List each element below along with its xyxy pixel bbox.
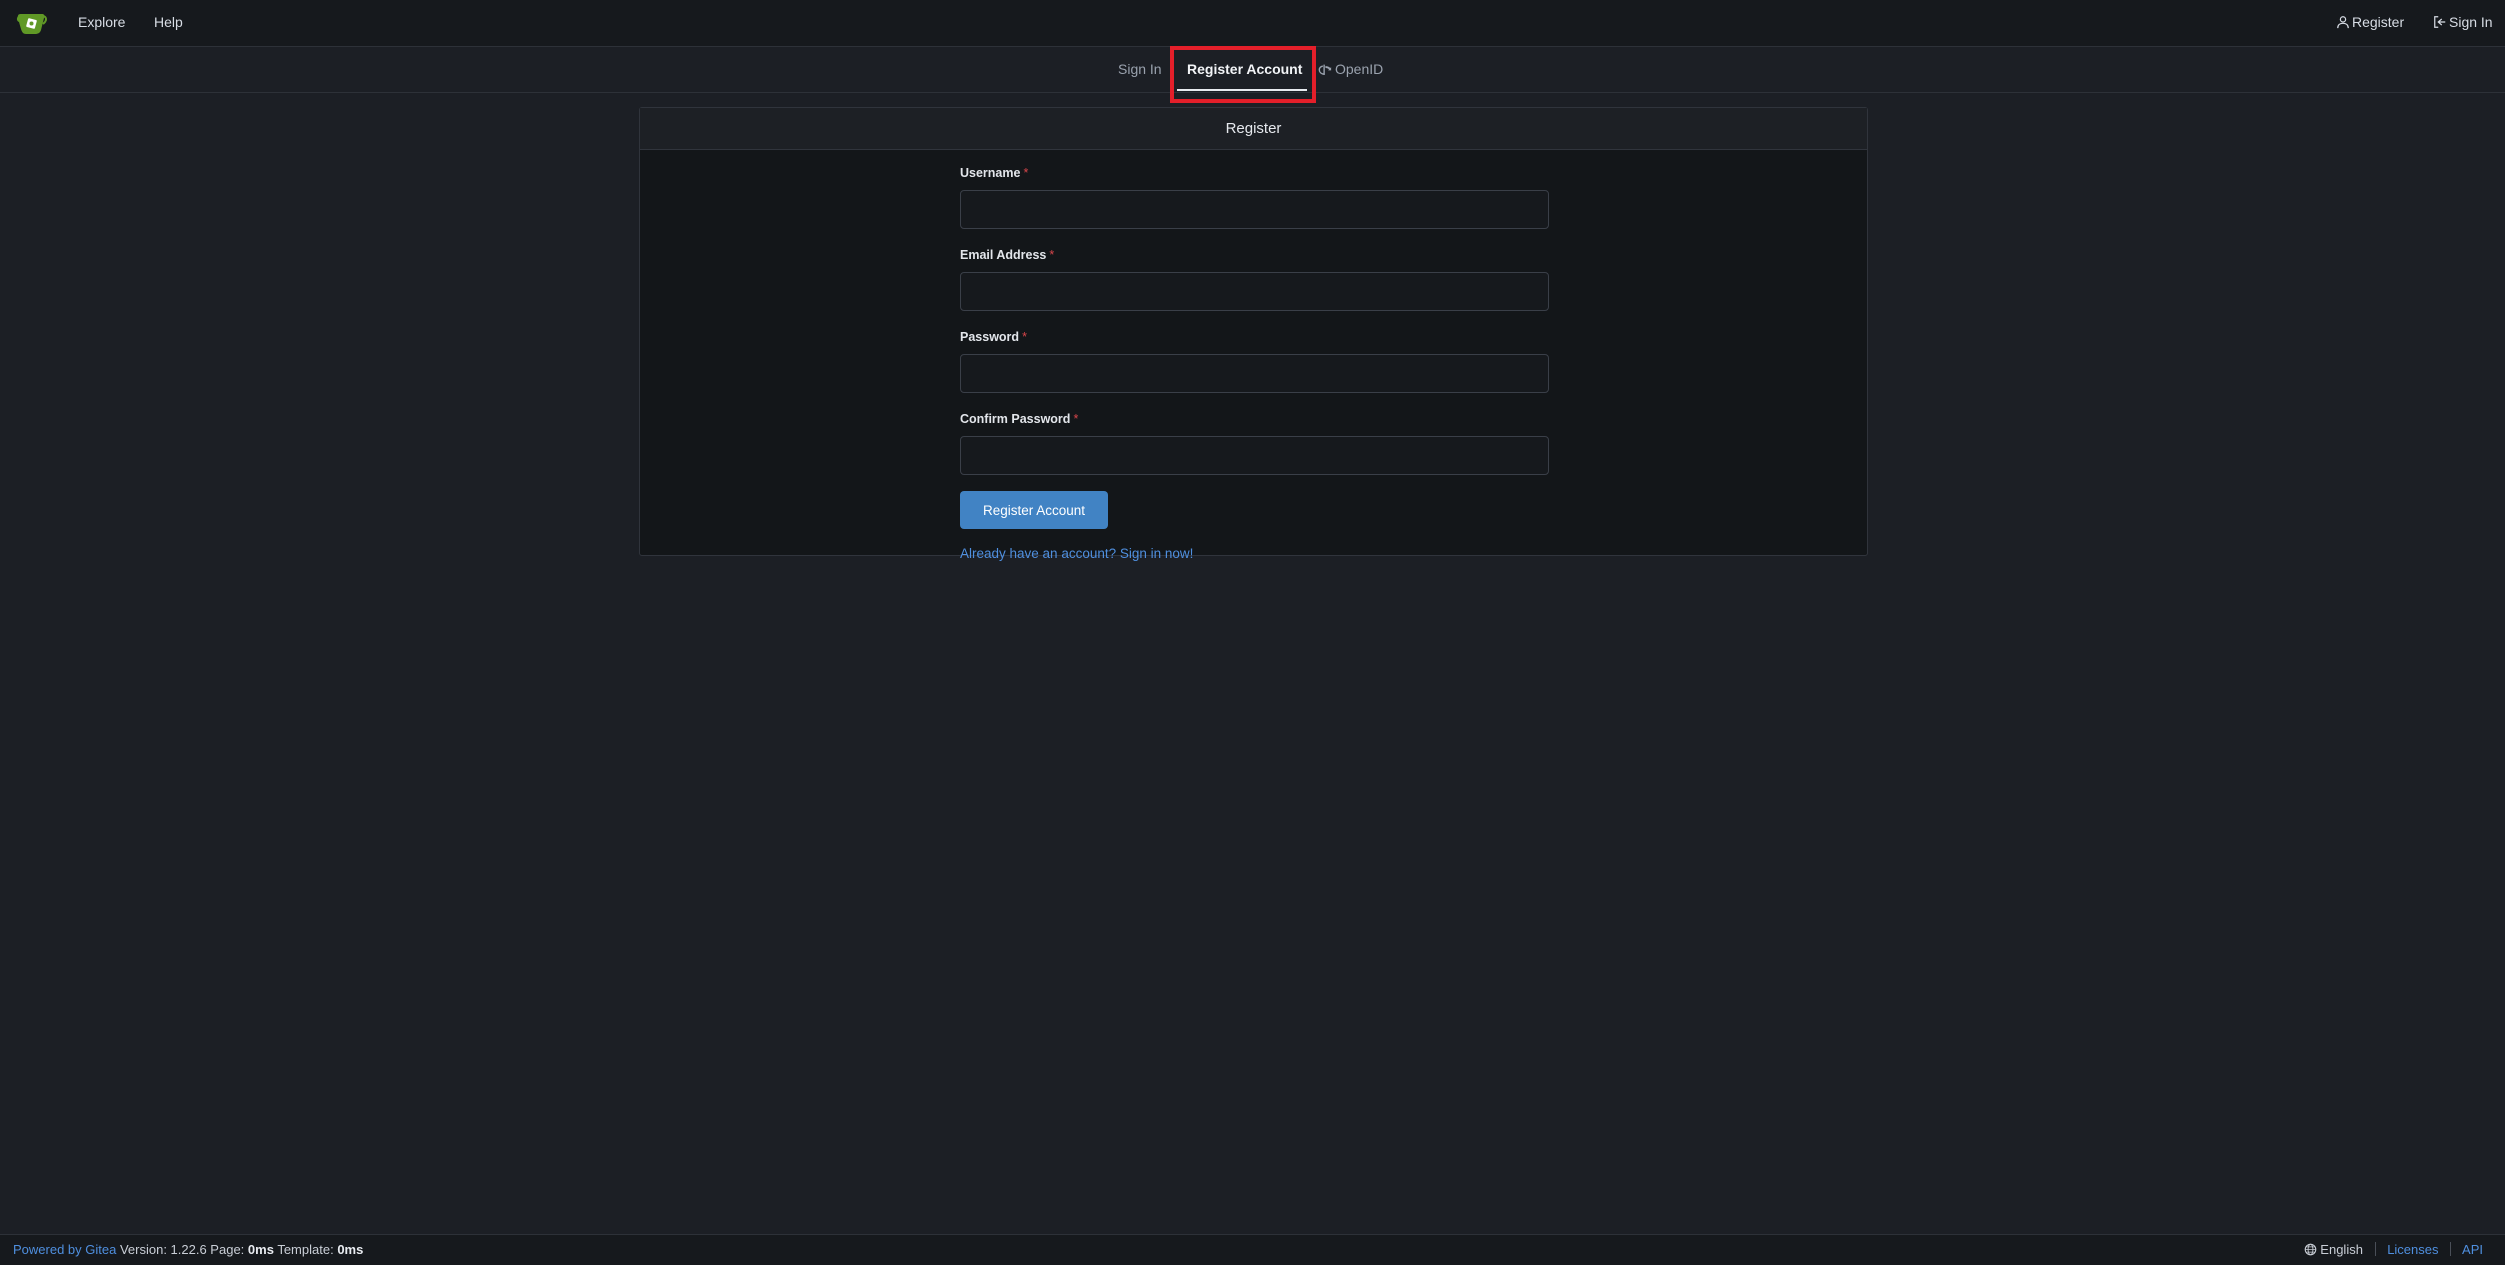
register-card-title: Register <box>640 108 1867 150</box>
password-input[interactable] <box>960 354 1549 393</box>
person-icon <box>2337 16 2349 29</box>
nav-help-link[interactable]: Help <box>154 14 183 30</box>
footer-right: English Licenses API <box>2304 1235 2483 1265</box>
top-navbar: Explore Help Register Sign In <box>0 0 2505 47</box>
footer-divider <box>2374 1242 2376 1256</box>
email-label: Email Address * <box>960 248 1055 262</box>
nav-register-link[interactable]: Register <box>2336 14 2404 30</box>
required-marker: * <box>1073 412 1079 426</box>
username-field-group: Username * <box>960 166 1549 229</box>
template-time: 0ms <box>337 1242 364 1257</box>
nav-register-label: Register <box>2352 14 2405 30</box>
email-field-group: Email Address * <box>960 248 1549 311</box>
nav-signin-label: Sign In <box>2449 14 2493 30</box>
tab-openid-label: OpenID <box>1335 61 1384 77</box>
register-account-button[interactable]: Register Account <box>960 491 1108 529</box>
tab-sign-in[interactable]: Sign In <box>1118 61 1162 77</box>
footer-left: Powered by Gitea Version: 1.22.6 Page: 0… <box>13 1235 363 1265</box>
password-field-group: Password * <box>960 330 1549 393</box>
required-marker: * <box>1049 248 1055 262</box>
language-label: English <box>2320 1242 2363 1257</box>
powered-by-gitea-link[interactable]: Powered by Gitea <box>13 1242 116 1257</box>
nav-signin-link[interactable]: Sign In <box>2433 14 2493 30</box>
nav-explore-link[interactable]: Explore <box>78 14 125 30</box>
auth-tabstrip: Sign In Register Account OpenID <box>0 47 2505 93</box>
register-form: Username * Email Address * Password * Confi… <box>960 166 1549 561</box>
api-link[interactable]: API <box>2462 1242 2483 1257</box>
confirm-password-input[interactable] <box>960 436 1549 475</box>
globe-icon <box>2304 1243 2317 1256</box>
template-label: Template: <box>277 1242 334 1257</box>
version-info: Version: 1.22.6 Page: <box>119 1242 245 1257</box>
confirm-password-label: Confirm Password * <box>960 412 1079 426</box>
confirm-password-field-group: Confirm Password * <box>960 412 1549 475</box>
email-input[interactable] <box>960 272 1549 311</box>
username-input[interactable] <box>960 190 1549 229</box>
password-label: Password * <box>960 330 1027 344</box>
openid-icon <box>1318 64 1332 76</box>
page-footer: Powered by Gitea Version: 1.22.6 Page: 0… <box>0 1234 2505 1265</box>
register-card: Register Username * Email Address * Passwo… <box>639 107 1868 561</box>
username-label: Username * <box>960 166 1029 180</box>
footer-divider <box>2450 1242 2452 1256</box>
page-time: 0ms <box>247 1242 274 1257</box>
language-selector[interactable]: English <box>2304 1242 2366 1257</box>
active-tab-underline <box>1177 89 1307 91</box>
sign-in-icon <box>2434 16 2446 28</box>
tab-register-account[interactable]: Register Account <box>1187 61 1302 77</box>
tab-openid[interactable]: OpenID <box>1318 61 1383 77</box>
sign-in-now-link[interactable]: Already have an account? Sign in now! <box>960 546 1549 561</box>
licenses-link[interactable]: Licenses <box>2387 1242 2438 1257</box>
gitea-logo-icon[interactable] <box>16 10 48 36</box>
required-marker: * <box>1023 166 1029 180</box>
required-marker: * <box>1022 330 1027 344</box>
